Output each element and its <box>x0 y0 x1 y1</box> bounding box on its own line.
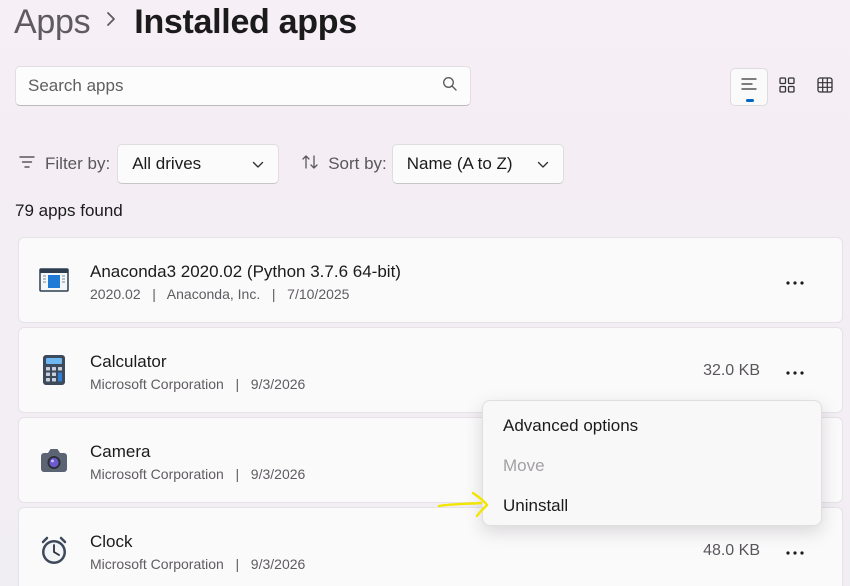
app-meta: Microsoft Corporation | 9/3/2026 <box>90 556 306 572</box>
filter-dropdown-value: All drives <box>132 154 202 173</box>
more-horizontal-icon <box>786 362 804 380</box>
app-name: Anaconda3 2020.02 (Python 3.7.6 64-bit) <box>90 262 401 281</box>
sort-label-text: Sort by: <box>328 154 387 173</box>
calculator-icon <box>38 354 70 386</box>
app-size: 48.0 KB <box>703 542 760 559</box>
search-input[interactable] <box>28 76 442 96</box>
more-options-button[interactable] <box>780 356 810 386</box>
search-icon[interactable] <box>442 76 458 97</box>
list-view-icon <box>740 76 758 99</box>
apps-count: 79 apps found <box>15 201 123 220</box>
search-box[interactable] <box>15 66 471 106</box>
sort-dropdown-value: Name (A to Z) <box>406 154 513 173</box>
page-title: Installed apps <box>134 2 357 41</box>
sort-dropdown[interactable]: Name (A to Z) <box>391 144 564 184</box>
camera-icon <box>38 444 70 476</box>
more-horizontal-icon <box>786 542 804 560</box>
grid-table-icon <box>816 76 834 99</box>
grid-small-icon <box>778 76 796 99</box>
filter-label: Filter by: <box>18 154 110 174</box>
view-toggle-group <box>730 68 844 106</box>
tile-view-button[interactable] <box>768 68 806 106</box>
filter-label-text: Filter by: <box>45 154 111 173</box>
more-options-button[interactable] <box>780 536 810 566</box>
filter-icon <box>18 154 45 174</box>
app-size: 32.0 KB <box>703 362 760 379</box>
menu-item-uninstall[interactable]: Uninstall <box>503 496 568 516</box>
sort-icon <box>301 154 328 175</box>
app-row-anaconda[interactable]: Anaconda3 2020.02 (Python 3.7.6 64-bit) … <box>18 237 843 323</box>
chevron-down-icon <box>252 154 264 174</box>
menu-item-advanced-options[interactable]: Advanced options <box>503 416 638 436</box>
filter-dropdown[interactable]: All drives <box>117 144 280 184</box>
app-context-menu: Advanced options Move Uninstall <box>482 400 822 526</box>
menu-item-move: Move <box>503 456 545 475</box>
app-name: Calculator <box>90 352 167 371</box>
more-horizontal-icon <box>786 272 804 290</box>
app-meta: Microsoft Corporation | 9/3/2026 <box>90 376 306 392</box>
app-name: Clock <box>90 532 133 551</box>
chevron-down-icon <box>537 154 549 174</box>
clock-icon <box>38 534 70 566</box>
anaconda-installer-icon <box>38 264 70 296</box>
sort-label: Sort by: <box>301 154 387 175</box>
app-meta: 2020.02 | Anaconda, Inc. | 7/10/2025 <box>90 286 350 302</box>
more-options-button[interactable] <box>780 266 810 296</box>
app-name: Camera <box>90 442 151 461</box>
list-view-button[interactable] <box>730 68 768 106</box>
annotation-arrow-icon <box>437 491 489 517</box>
breadcrumb: Apps Installed apps <box>14 0 357 44</box>
chevron-right-icon <box>106 10 116 33</box>
active-indicator <box>746 99 754 102</box>
app-meta: Microsoft Corporation | 9/3/2026 <box>90 466 306 482</box>
filter-sort-row: Filter by: All drives Sort by: Name (A t… <box>18 144 564 184</box>
grid-view-button[interactable] <box>806 68 844 106</box>
breadcrumb-apps[interactable]: Apps <box>14 3 91 42</box>
